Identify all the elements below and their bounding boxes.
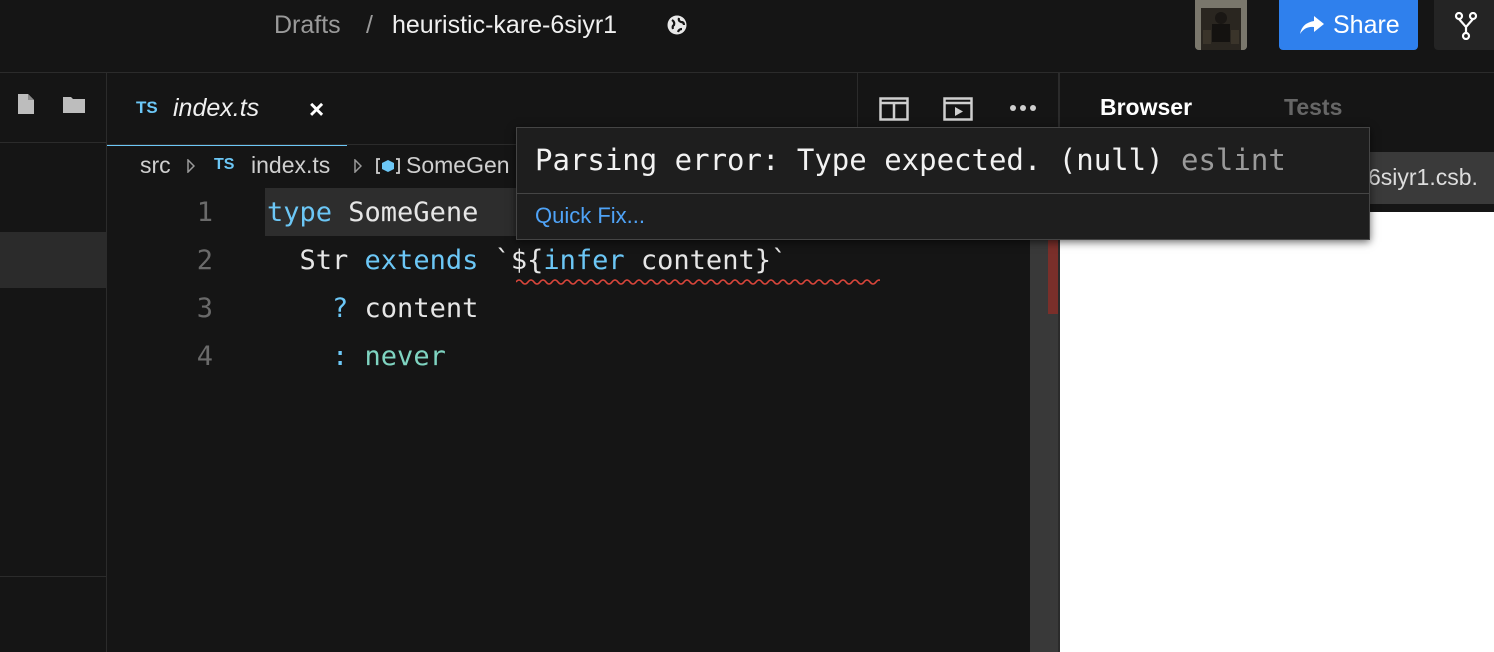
keyword: infer — [543, 245, 625, 276]
identifier: SomeGene — [332, 197, 479, 228]
keyword: extends — [364, 245, 479, 276]
share-label: Share — [1333, 10, 1400, 39]
avatar-image — [1195, 0, 1247, 50]
template-literal: content}` — [624, 245, 788, 276]
more-icon[interactable] — [1009, 104, 1037, 112]
url-text: 6siyr1.csb. — [1368, 164, 1478, 190]
typescript-icon: TS — [214, 156, 235, 173]
error-scroll-marker — [1048, 240, 1058, 314]
line-number: 2 — [196, 245, 213, 276]
sandbox-name[interactable]: heuristic-kare-6siyr1 — [392, 10, 617, 40]
share-arrow-icon — [1300, 16, 1324, 34]
sidebar-selected-row[interactable] — [0, 232, 106, 288]
split-editor-icon[interactable] — [879, 97, 909, 121]
chevron-right-icon — [354, 159, 362, 173]
code-line[interactable]: : never — [267, 341, 446, 372]
line-number: 4 — [196, 341, 213, 372]
line-number: 1 — [196, 197, 213, 228]
code-line[interactable]: type SomeGene — [267, 197, 478, 228]
globe-icon[interactable] — [666, 14, 688, 36]
close-tab-icon[interactable]: × — [309, 94, 324, 125]
typescript-icon: TS — [136, 98, 158, 117]
breadcrumb-drafts[interactable]: Drafts — [274, 10, 341, 40]
tab-tests[interactable]: Tests — [1284, 94, 1342, 121]
template-literal: `${ — [478, 245, 544, 276]
operator: : — [267, 341, 365, 372]
error-text: Parsing error: Type expected. (null) — [535, 143, 1164, 177]
tab-browser[interactable]: Browser — [1100, 94, 1192, 121]
type-symbol-icon — [376, 158, 400, 174]
code-line[interactable]: Str extends `${infer content}` — [267, 245, 788, 276]
fork-button[interactable] — [1434, 0, 1494, 50]
new-file-icon[interactable] — [17, 93, 35, 115]
quick-fix-link[interactable]: Quick Fix... — [535, 203, 645, 229]
new-folder-icon[interactable] — [62, 95, 86, 114]
line-number: 3 — [196, 293, 213, 324]
share-button[interactable]: Share — [1279, 0, 1418, 50]
top-bar — [0, 0, 1494, 73]
keyword: type — [267, 197, 333, 228]
identifier: Str — [267, 245, 365, 276]
hover-divider — [517, 193, 1369, 194]
operator: ? — [267, 293, 365, 324]
explorer-sidebar — [0, 73, 107, 652]
chevron-right-icon — [187, 159, 195, 173]
breadcrumb-file[interactable]: index.ts — [251, 152, 330, 179]
error-message: Parsing error: Type expected. (null) esl… — [535, 143, 1286, 177]
open-preview-icon[interactable] — [943, 97, 973, 121]
error-source: eslint — [1181, 143, 1286, 177]
breadcrumb-separator: / — [366, 11, 373, 39]
identifier: content — [364, 293, 479, 324]
breadcrumb-src[interactable]: src — [140, 152, 171, 179]
keyword: never — [364, 341, 446, 372]
preview-frame[interactable] — [1060, 212, 1494, 652]
sidebar-divider — [0, 142, 106, 143]
user-avatar[interactable] — [1195, 0, 1247, 50]
sidebar-divider — [0, 576, 106, 577]
error-squiggle — [516, 279, 880, 285]
breadcrumb-symbol[interactable]: SomeGen — [406, 152, 510, 179]
code-line[interactable]: ? content — [267, 293, 478, 324]
fork-icon — [1454, 12, 1478, 40]
tab-label: index.ts — [173, 94, 260, 122]
